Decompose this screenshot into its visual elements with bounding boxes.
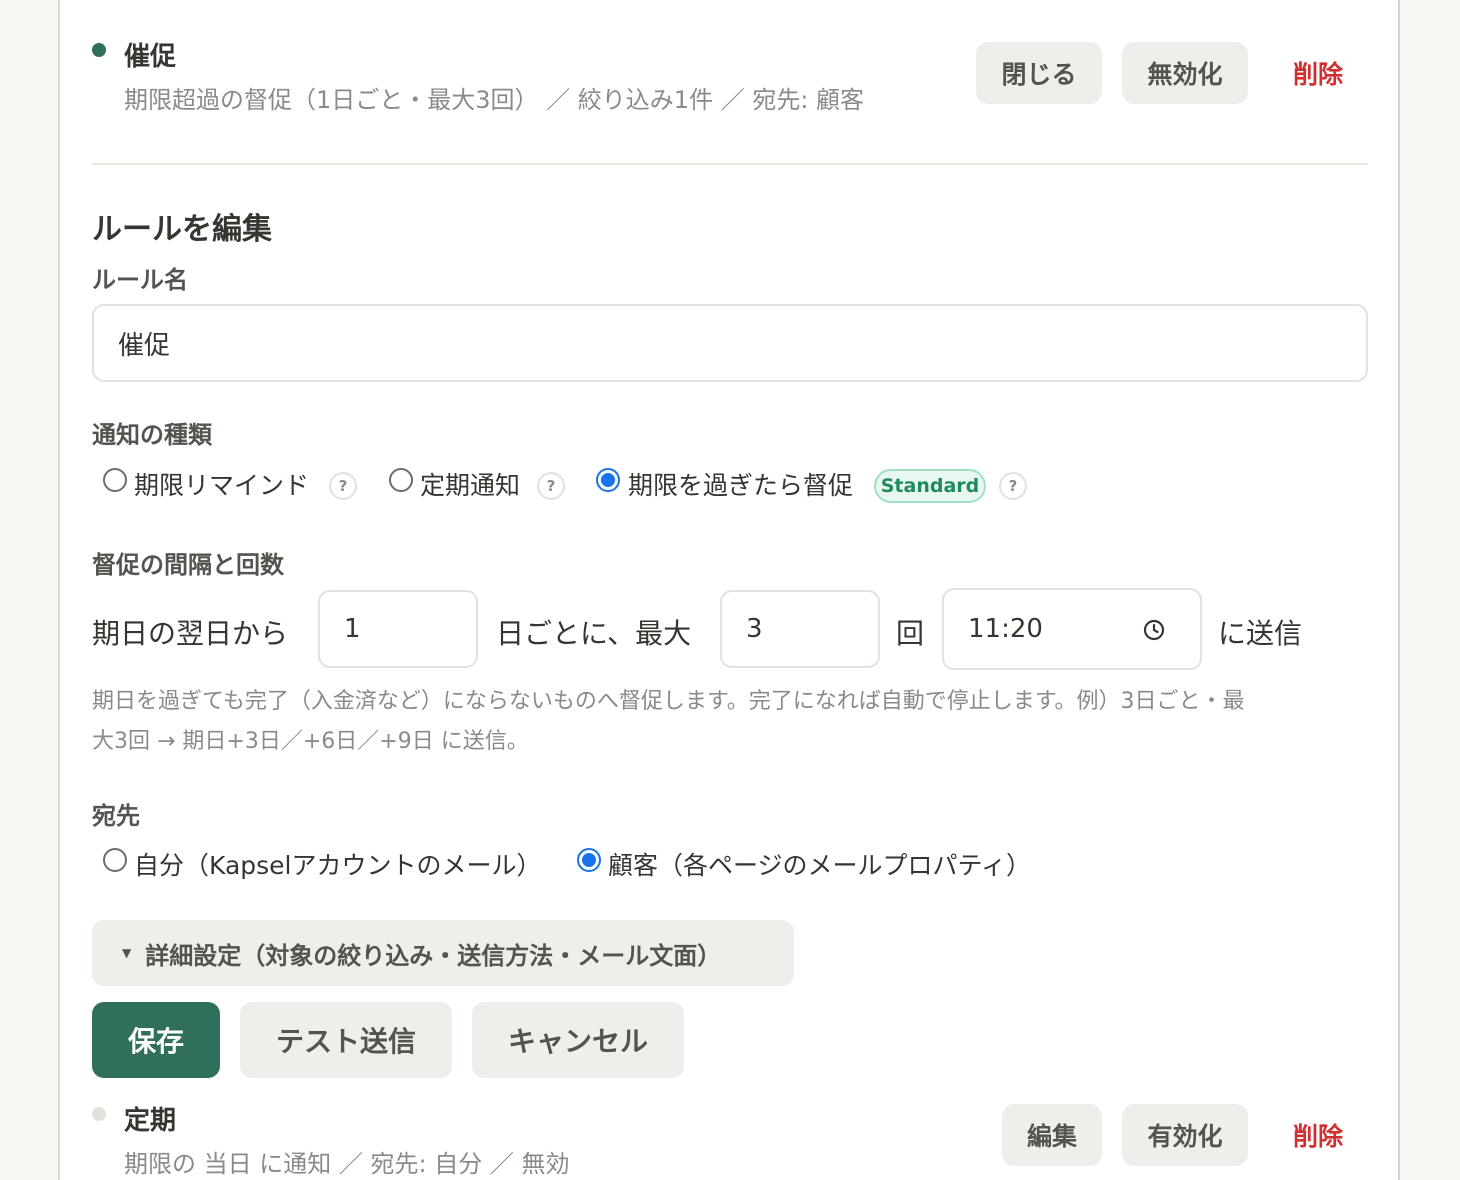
help-icon[interactable]: ? xyxy=(329,472,357,500)
rule-summary: 期限超過の督促（1日ごと・最大3回） ／ 絞り込み1件 ／ 宛先: 顧客 xyxy=(124,86,865,114)
notification-type-label: 通知の種類 xyxy=(92,421,212,449)
rule-name-label: ルール名 xyxy=(92,266,188,294)
max-count-input[interactable] xyxy=(720,590,880,668)
recipient-label: 宛先 xyxy=(92,802,140,830)
test-send-button[interactable]: テスト送信 xyxy=(240,1002,452,1078)
send-suffix: に送信 xyxy=(1218,617,1303,650)
interval-mid: 日ごとに、最大 xyxy=(496,617,692,650)
clock-icon[interactable] xyxy=(1143,619,1165,641)
interval-label: 督促の間隔と回数 xyxy=(92,551,284,579)
interval-hint: 期日を過ぎても完了（入金済など）にならないものへ督促します。完了になれば自動で停… xyxy=(92,682,1368,762)
hint-line: 大3回 → 期日+3日／+6日／+9日 に送信。 xyxy=(92,729,529,754)
status-dot-active xyxy=(92,43,106,57)
radio-label: 期限リマインド xyxy=(134,471,310,500)
save-button[interactable]: 保存 xyxy=(92,1002,220,1078)
radio-label: 自分（Kapselアカウントのメール） xyxy=(134,851,542,880)
radio-periodic[interactable] xyxy=(389,468,413,492)
advanced-settings-label: 詳細設定（対象の絞り込み・送信方法・メール文面） xyxy=(145,941,722,970)
radio-recipient-customer[interactable] xyxy=(577,848,601,872)
interval-prefix: 期日の翌日から xyxy=(92,617,289,650)
radio-label: 顧客（各ページのメールプロパティ） xyxy=(608,851,1032,880)
radio-recipient-self[interactable] xyxy=(103,848,127,872)
enable-button[interactable]: 有効化 xyxy=(1122,1104,1248,1166)
radio-deadline-reminder[interactable] xyxy=(103,468,127,492)
disable-button[interactable]: 無効化 xyxy=(1122,42,1248,104)
delete-button[interactable]: 削除 xyxy=(1268,1104,1368,1166)
help-icon[interactable]: ? xyxy=(999,472,1027,500)
radio-label: 期限を過ぎたら督促 xyxy=(628,471,854,500)
advanced-settings-toggle[interactable]: ▼ 詳細設定（対象の絞り込み・送信方法・メール文面） xyxy=(92,920,794,986)
delete-button[interactable]: 削除 xyxy=(1268,42,1368,104)
divider xyxy=(92,163,1368,165)
plan-badge: Standard xyxy=(874,469,986,503)
radio-overdue-dunning[interactable] xyxy=(596,468,620,492)
close-button[interactable]: 閉じる xyxy=(976,42,1102,104)
rule-summary: 期限の 当日 に通知 ／ 宛先: 自分 ／ 無効 xyxy=(124,1150,570,1178)
hint-line: 期日を過ぎても完了（入金済など）にならないものへ督促します。完了になれば自動で停… xyxy=(92,689,1245,714)
edit-button[interactable]: 編集 xyxy=(1002,1104,1102,1166)
rule-title: 催促 xyxy=(124,42,177,72)
caret-down-icon: ▼ xyxy=(122,946,132,960)
interval-days-input[interactable] xyxy=(318,590,478,668)
help-icon[interactable]: ? xyxy=(537,472,565,500)
rule-name-input[interactable] xyxy=(92,304,1368,382)
cancel-button[interactable]: キャンセル xyxy=(472,1002,684,1078)
status-dot-inactive xyxy=(92,1107,106,1121)
rule-title: 定期 xyxy=(124,1106,177,1136)
radio-label: 定期通知 xyxy=(420,471,521,500)
count-suffix: 回 xyxy=(896,617,925,650)
editor-heading: ルールを編集 xyxy=(92,212,272,247)
